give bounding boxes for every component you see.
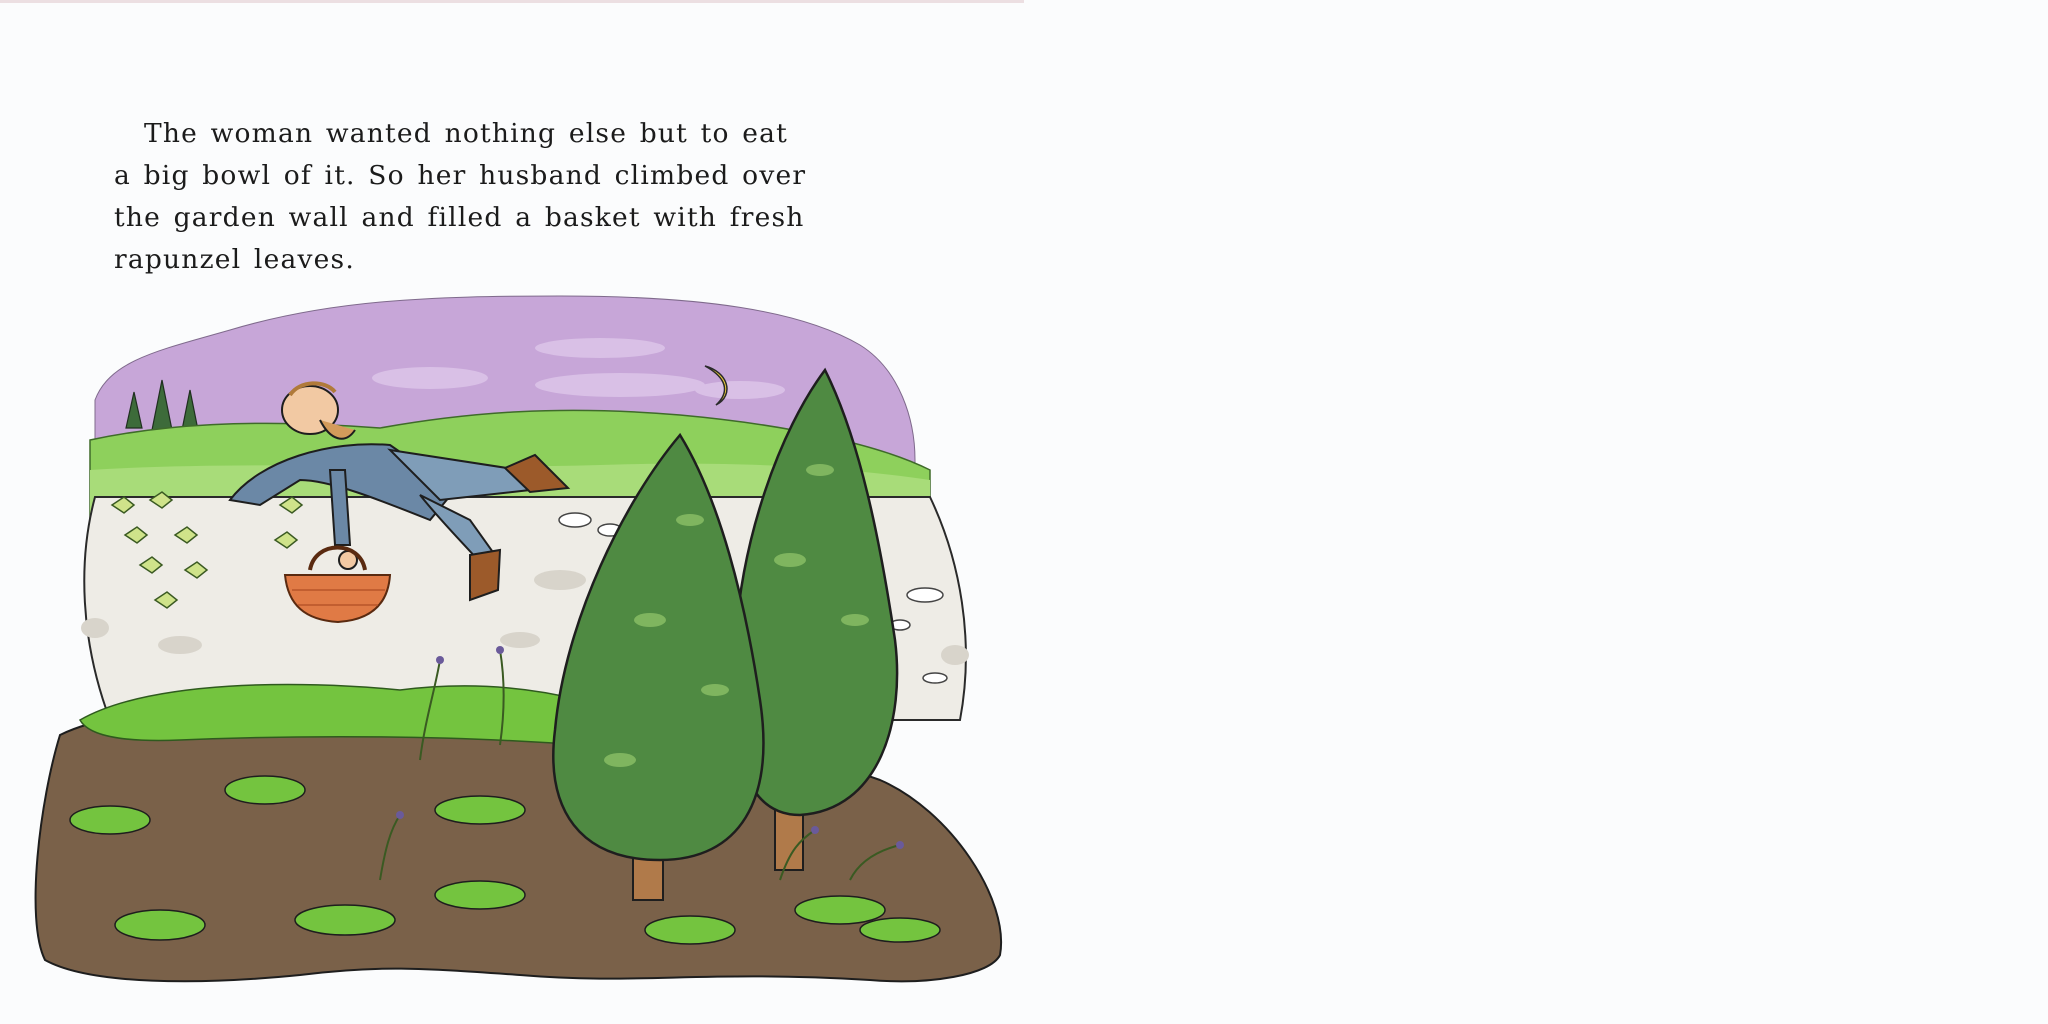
story-line: a big bowl of it. So her husband climbed… (114, 160, 807, 191)
story-line: The woman wanted nothing else but to eat (144, 118, 788, 149)
story-line: the garden wall and filled a basket with… (114, 202, 805, 233)
story-text: The woman wanted nothing else but to eat… (114, 113, 914, 281)
story-line: rapunzel leaves. (114, 244, 355, 275)
book-page: The woman wanted nothing else but to eat… (0, 0, 1024, 1024)
garden-illustration (34, 295, 1003, 983)
